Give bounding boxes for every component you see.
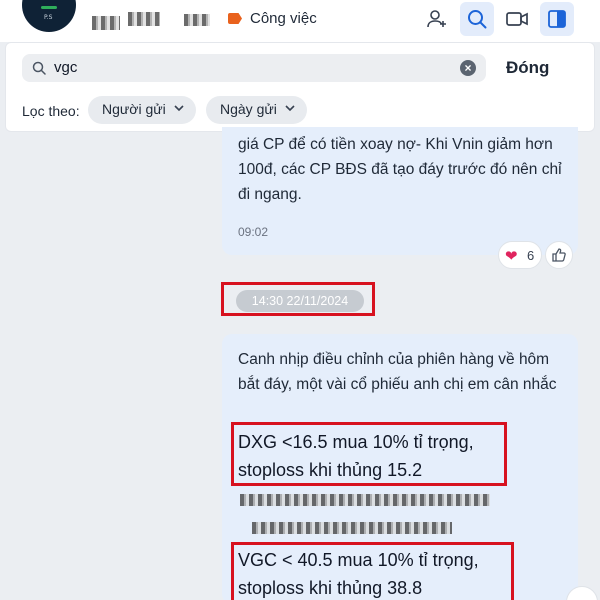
blurred-text	[252, 522, 452, 534]
blurred-text	[240, 494, 490, 506]
chat-header: P.S Công việc	[0, 0, 600, 42]
add-member-icon	[427, 10, 446, 28]
group-avatar[interactable]: P.S	[22, 0, 76, 32]
add-member-button[interactable]	[420, 2, 454, 36]
message-time: 09:02	[238, 225, 269, 239]
filter-label: Lọc theo:	[22, 103, 80, 119]
search-icon	[468, 10, 487, 29]
reaction-count: 6	[527, 248, 535, 263]
category-label[interactable]: Công việc	[250, 10, 317, 27]
close-search-button[interactable]: Đóng	[506, 58, 549, 78]
search-input[interactable]: vgc ×	[22, 54, 486, 82]
highlight-box	[231, 542, 514, 600]
filter-chip-sender[interactable]: Người gửi	[88, 96, 196, 124]
highlight-box	[221, 282, 375, 316]
video-call-icon	[506, 12, 528, 26]
avatar-logo-mark	[41, 6, 57, 9]
thumbs-up-icon	[552, 248, 566, 262]
highlight-box	[231, 422, 507, 486]
chevron-down-icon	[174, 105, 184, 112]
panel-toggle-button[interactable]	[540, 2, 574, 36]
blurred-group-name	[128, 12, 160, 26]
search-value: vgc	[54, 59, 78, 76]
blurred-group-name	[184, 14, 210, 26]
filter-chip-date[interactable]: Ngày gửi	[206, 96, 307, 124]
like-button[interactable]	[545, 241, 573, 269]
avatar-logo-text: P.S	[44, 14, 53, 21]
search-icon	[32, 61, 46, 75]
search-button[interactable]	[460, 2, 494, 36]
panel-toggle-icon	[548, 10, 566, 28]
clear-search-icon[interactable]: ×	[460, 60, 476, 76]
video-call-button[interactable]	[500, 2, 534, 36]
message-text: Canh nhịp điều chỉnh của phiên hàng về h…	[238, 351, 557, 393]
heart-icon: ❤	[505, 248, 518, 265]
message-text: giá CP để có tiền xoay nợ- Khi Vnin giảm…	[238, 136, 562, 203]
reaction-summary[interactable]: ❤ 6	[498, 241, 542, 269]
chevron-down-icon	[285, 105, 295, 112]
filter-chip-label: Ngày gửi	[220, 101, 277, 117]
filter-chip-label: Người gửi	[102, 101, 166, 117]
blurred-group-name	[92, 16, 120, 30]
tag-icon	[228, 13, 242, 24]
message-bubble[interactable]: giá CP để có tiền xoay nợ- Khi Vnin giảm…	[222, 127, 578, 255]
